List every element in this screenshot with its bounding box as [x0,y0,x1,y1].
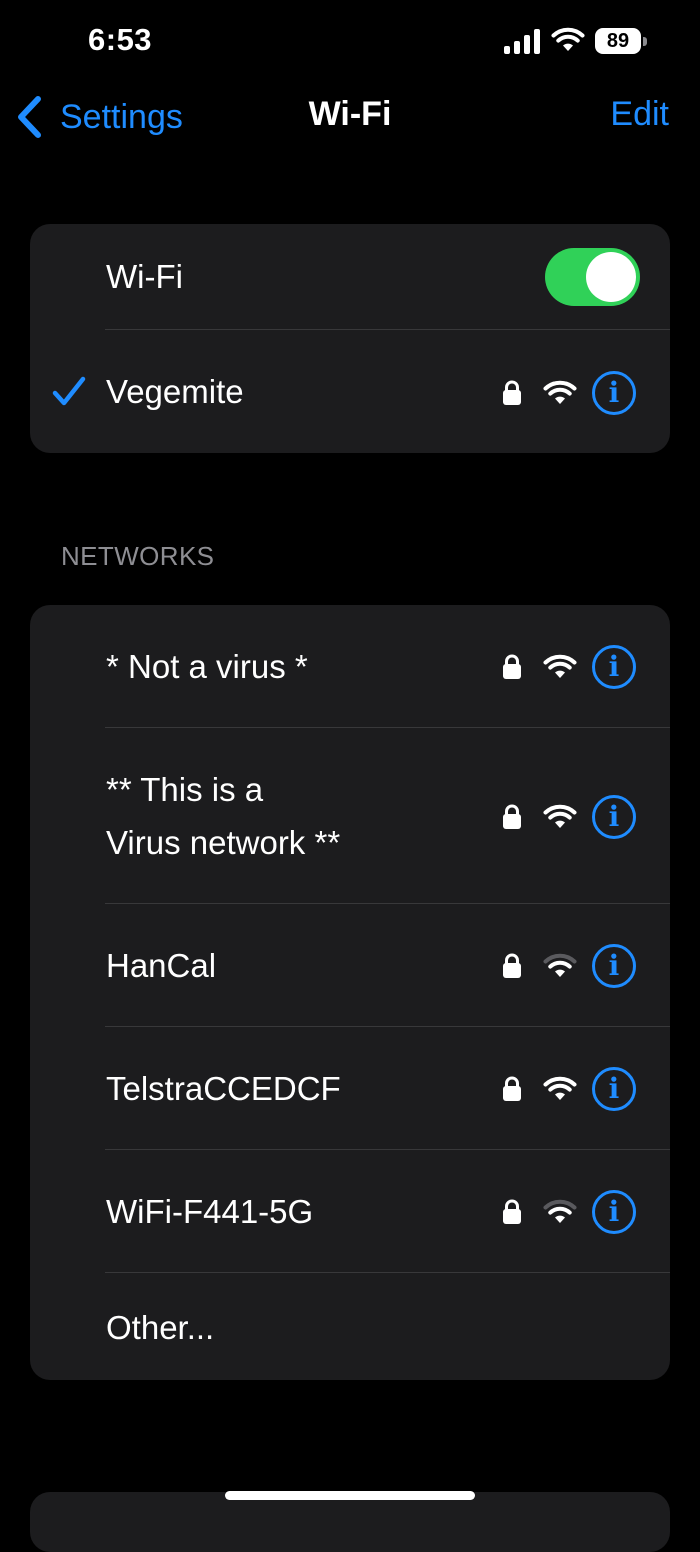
signal-icon [504,29,540,54]
info-icon[interactable]: i [592,795,636,839]
wifi-toggle-row: Wi-Fi [30,224,670,330]
info-icon[interactable]: i [592,645,636,689]
battery-nub [643,37,647,46]
connected-network-row[interactable]: Vegemite i [30,330,670,453]
networks-card: * Not a virus * i ** This is a Virus net… [30,605,670,1380]
wifi-strength-icon [543,804,577,828]
status-bar: 6:53 89 [0,0,700,84]
info-icon[interactable]: i [592,1190,636,1234]
info-icon[interactable]: i [592,1067,636,1111]
battery-icon: 89 [595,28,649,56]
page-title: Wi-Fi [308,95,392,133]
other-network-label: Other... [106,1309,215,1346]
lock-icon [503,654,521,679]
lock-icon [503,380,521,405]
networks-section-header: NETWORKS [61,541,215,571]
network-row[interactable]: * Not a virus * i [30,605,670,728]
connected-network-name: Vegemite [106,373,244,410]
battery-level: 89 [595,28,641,54]
lock-icon [503,1199,521,1224]
wifi-strength-icon [543,380,577,404]
network-row[interactable]: HanCal i [30,904,670,1027]
network-name-line1: ** This is a [106,771,264,808]
lock-icon [503,1076,521,1101]
status-wifi-icon [551,27,585,51]
network-row[interactable]: TelstraCCEDCF i [30,1027,670,1150]
checkmark-icon [52,376,86,406]
info-icon[interactable]: i [592,944,636,988]
status-time: 6:53 [88,22,153,57]
network-name: TelstraCCEDCF [106,1070,341,1107]
edit-button[interactable]: Edit [610,95,669,134]
lock-icon [503,804,521,829]
wifi-card: Wi-Fi Vegemite i [30,224,670,453]
next-section-card [30,1492,670,1552]
lock-icon [503,953,521,978]
wifi-strength-icon [543,1199,577,1223]
wifi-toggle[interactable] [545,248,640,306]
wifi-toggle-label: Wi-Fi [106,258,183,295]
wifi-strength-icon [543,654,577,678]
home-indicator[interactable] [225,1491,475,1500]
network-name-line2: Virus network ** [106,824,341,861]
network-name: HanCal [106,947,217,984]
wifi-strength-icon [543,1076,577,1100]
network-row[interactable]: WiFi-F441-5G i [30,1150,670,1273]
network-row[interactable]: ** This is a Virus network ** i [30,728,670,904]
network-name: WiFi-F441-5G [106,1193,314,1230]
info-icon[interactable]: i [592,371,636,415]
toggle-knob [586,252,636,302]
other-network-row[interactable]: Other... [30,1273,670,1380]
network-name: * Not a virus * [106,648,308,685]
wifi-strength-icon [543,953,577,977]
